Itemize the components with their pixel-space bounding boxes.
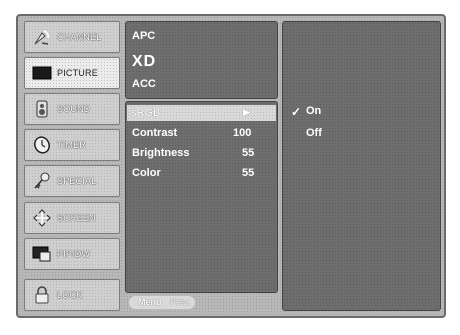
screen-arrows-icon xyxy=(31,208,53,228)
sidebar-item-label: TIMER xyxy=(57,140,86,150)
satellite-dish-icon xyxy=(31,27,53,47)
key-icon xyxy=(31,171,53,191)
padlock-icon xyxy=(31,285,53,305)
contrast-value: 100 xyxy=(233,127,252,139)
prev-button[interactable]: Prev. xyxy=(170,297,190,307)
speaker-icon xyxy=(31,99,53,119)
menu-item-xd[interactable]: XD xyxy=(132,53,156,71)
color-value: 55 xyxy=(242,167,255,179)
sidebar-item-channel[interactable]: CHANNEL xyxy=(24,21,120,53)
submenu-option-on[interactable]: On xyxy=(306,105,321,117)
sidebar-item-lock[interactable]: LOCK xyxy=(24,279,120,311)
menu-item-color[interactable]: Color xyxy=(132,167,161,179)
sidebar-item-pip-dw[interactable]: PIP/DW xyxy=(24,238,120,270)
sidebar-item-picture[interactable]: PICTURE xyxy=(24,57,120,89)
sidebar-item-timer[interactable]: TIMER xyxy=(24,129,120,161)
check-mark-icon: ✓ xyxy=(291,105,302,119)
sidebar-item-special[interactable]: SPECIAL xyxy=(24,165,120,197)
picture-screen-icon xyxy=(31,63,53,83)
menu-item-apc[interactable]: APC xyxy=(132,30,155,42)
submenu-option-off[interactable]: Off xyxy=(306,127,322,139)
menu-item-contrast[interactable]: Contrast xyxy=(132,127,177,139)
srgb-submenu-panel xyxy=(282,21,441,311)
main-menu-sidebar: CHANNEL PICTURE SOUND TIMER SPECIAL SCRE… xyxy=(24,21,120,311)
sidebar-item-screen[interactable]: SCREEN xyxy=(24,202,120,234)
picture-menu-top-panel: APC XD ACC xyxy=(125,21,278,99)
sidebar-item-label: PICTURE xyxy=(57,68,98,78)
picture-menu: APC XD ACC sRGB ▶ Contrast 100 Brightnes… xyxy=(125,21,278,311)
sidebar-item-label: PIP/DW xyxy=(57,249,91,259)
picture-menu-adjust-panel: sRGB ▶ Contrast 100 Brightness 55 Color … xyxy=(125,101,278,293)
footer-bar: Menu Prev. xyxy=(125,295,278,311)
sidebar-item-sound[interactable]: SOUND xyxy=(24,93,120,125)
sidebar-item-label: LOCK xyxy=(57,290,83,300)
menu-item-srgb[interactable]: sRGB xyxy=(131,107,160,119)
brightness-value: 55 xyxy=(242,147,255,159)
pip-windows-icon xyxy=(31,244,53,264)
clock-icon xyxy=(31,135,53,155)
sidebar-item-label: SOUND xyxy=(57,104,91,114)
sidebar-item-label: SPECIAL xyxy=(57,176,97,186)
sidebar-item-label: SCREEN xyxy=(57,213,96,223)
menu-item-acc[interactable]: ACC xyxy=(132,78,156,90)
menu-button[interactable]: Menu xyxy=(138,297,162,307)
submenu-arrow-icon: ▶ xyxy=(243,107,250,117)
menu-item-brightness[interactable]: Brightness xyxy=(132,147,189,159)
sidebar-item-label: CHANNEL xyxy=(57,32,102,42)
